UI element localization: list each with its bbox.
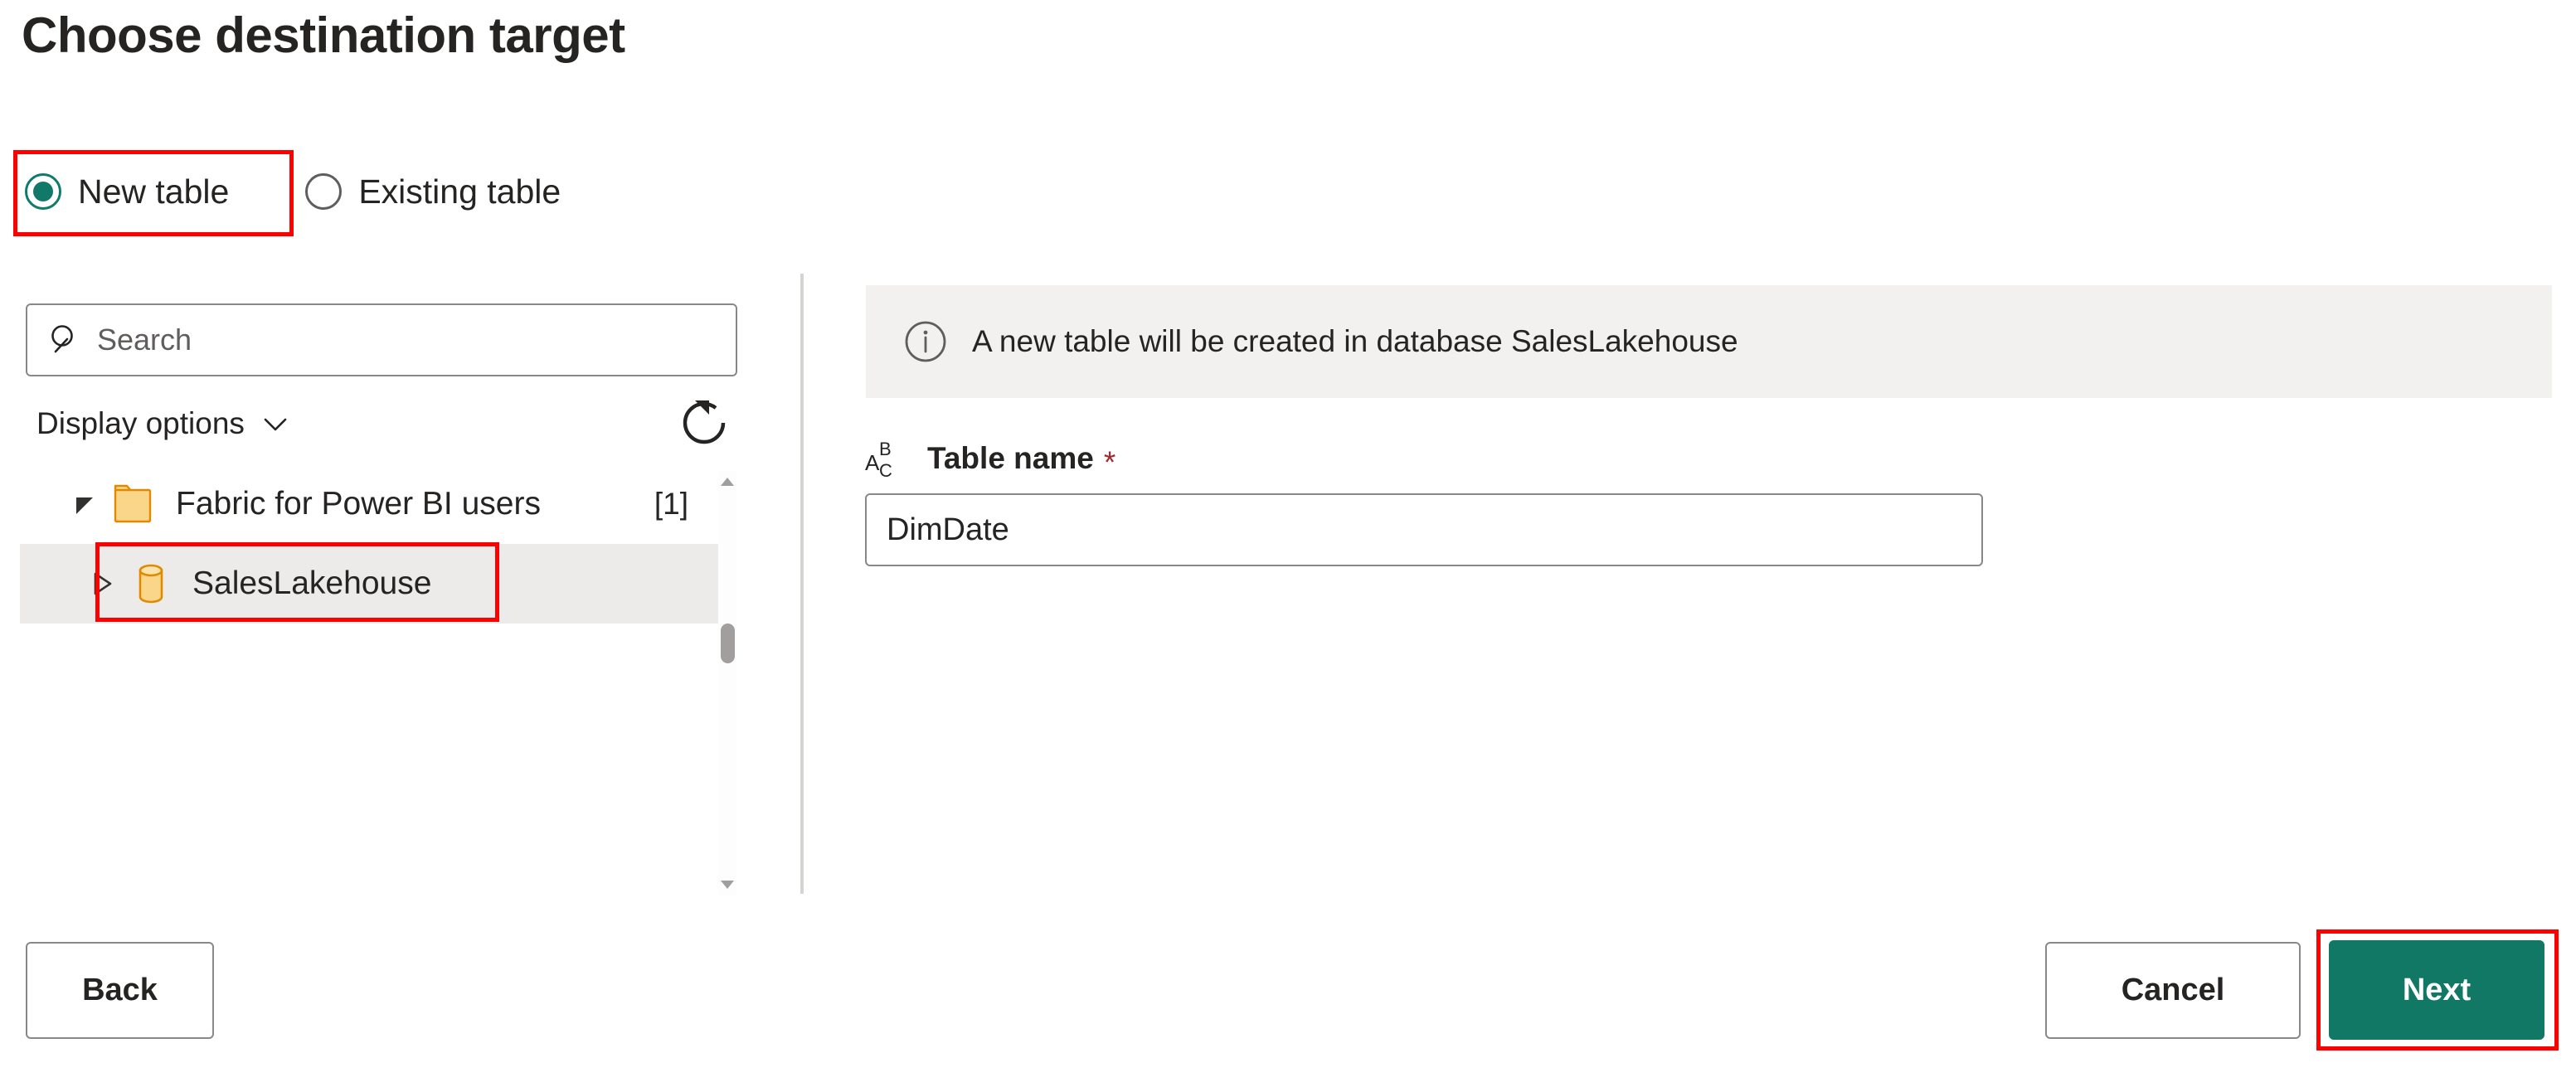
search-placeholder: Search bbox=[97, 323, 192, 357]
display-options-dropdown[interactable]: Display options bbox=[36, 401, 289, 446]
search-icon bbox=[49, 323, 82, 357]
next-button[interactable]: Next bbox=[2329, 940, 2544, 1040]
scroll-down-arrow-icon[interactable] bbox=[720, 879, 735, 890]
back-button[interactable]: Back bbox=[26, 942, 214, 1039]
panel-divider bbox=[800, 274, 804, 894]
tree-node-saleslakehouse[interactable]: SalesLakehouse bbox=[20, 544, 720, 624]
database-icon bbox=[129, 560, 174, 607]
required-field-asterisk: * bbox=[1103, 444, 1116, 479]
destination-tree: Fabric for Power BI users [1] SalesLakeh… bbox=[20, 464, 720, 892]
scroll-up-arrow-icon[interactable] bbox=[720, 476, 735, 488]
table-name-input[interactable]: DimDate bbox=[865, 493, 1983, 566]
radio-new-table-icon[interactable] bbox=[25, 173, 61, 210]
tree-node-count: [1] bbox=[654, 487, 688, 521]
radio-existing-table-icon[interactable] bbox=[305, 173, 343, 210]
scrollbar-thumb[interactable] bbox=[721, 624, 735, 663]
table-name-label-row: A B C Table name * bbox=[864, 437, 1116, 481]
chevron-down-icon[interactable] bbox=[261, 410, 289, 438]
cancel-button[interactable]: Cancel bbox=[2045, 942, 2301, 1039]
svg-text:C: C bbox=[879, 460, 892, 480]
radio-existing-table-label: Existing table bbox=[358, 172, 561, 211]
table-name-value: DimDate bbox=[887, 512, 1009, 547]
abc-text-type-icon: A B C bbox=[864, 437, 912, 481]
tree-expand-collapse-icon[interactable] bbox=[83, 565, 119, 602]
radio-new-table-label: New table bbox=[78, 172, 230, 211]
info-icon bbox=[904, 320, 947, 363]
refresh-button[interactable] bbox=[677, 395, 731, 450]
svg-text:A: A bbox=[865, 450, 880, 475]
search-input[interactable]: Search bbox=[26, 303, 737, 376]
tree-node-label: Fabric for Power BI users bbox=[176, 486, 541, 522]
radio-existing-table[interactable]: Existing table bbox=[305, 156, 561, 227]
radio-new-table[interactable]: New table bbox=[25, 156, 229, 227]
destination-mode-radio-group: New table Existing table bbox=[25, 156, 561, 227]
page-title: Choose destination target bbox=[22, 7, 625, 63]
folder-icon bbox=[113, 481, 158, 527]
display-options-label: Display options bbox=[36, 406, 245, 440]
info-message-text: A new table will be created in database … bbox=[972, 324, 1738, 358]
tree-expand-collapse-icon[interactable] bbox=[66, 486, 103, 522]
tree-node-fabric-for-power-bi-users[interactable]: Fabric for Power BI users [1] bbox=[20, 464, 720, 544]
tree-node-label: SalesLakehouse bbox=[192, 565, 432, 601]
table-name-label: Table name bbox=[927, 441, 1094, 475]
info-message-bar: A new table will be created in database … bbox=[866, 285, 2552, 398]
tree-scrollbar[interactable] bbox=[718, 471, 736, 895]
svg-text:B: B bbox=[879, 439, 892, 459]
